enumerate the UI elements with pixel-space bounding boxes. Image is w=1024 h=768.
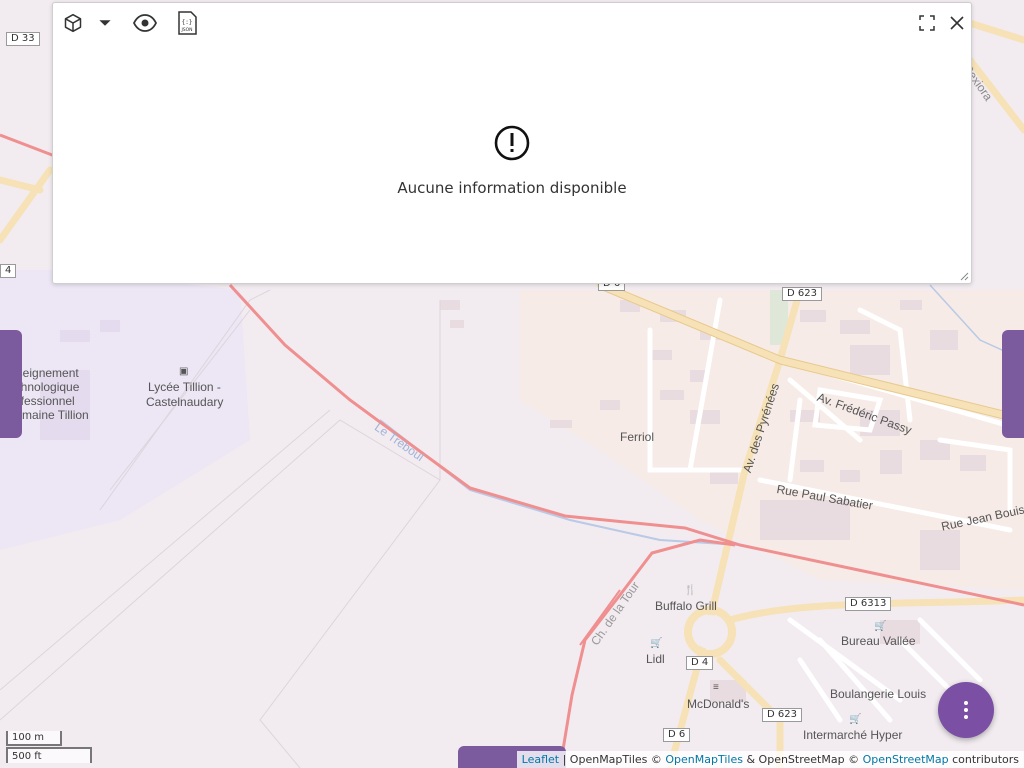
restaurant-icon: 🍴 [684,585,697,596]
road-shield: D 4 [686,656,714,670]
map-attribution: Leaflet | OpenMapTiles © OpenMapTiles & … [516,751,1024,768]
map-label-lycee-city: Castelnaudary [146,395,224,409]
map-label-boulangerie: Boulangerie Louis [830,687,927,701]
more-options-button[interactable] [938,682,994,738]
json-icon-label: JSON [180,27,192,33]
layers-dropdown-button[interactable] [93,11,117,35]
road-shield: D 623 [762,708,802,722]
shop-icon: 🛒 [849,714,862,725]
fullscreen-icon [919,15,935,31]
json-export-button[interactable]: {:} JSON [175,11,199,35]
map-label-bureau: Bureau Vallée [841,634,916,648]
more-vertical-icon [964,701,968,719]
json-file-icon: {:} JSON [178,11,197,35]
map-label-mcdonalds: McDonald's [687,697,750,711]
road-shield: D 6 [663,728,691,742]
cube-icon [64,13,82,33]
map-label-intermarche: Intermarché Hyper [803,728,903,742]
close-icon [950,16,964,30]
shop-icon: 🛒 [650,638,663,649]
chevron-down-icon [99,20,111,26]
close-button[interactable] [945,11,969,35]
fastfood-icon: ≡ [713,682,719,693]
right-side-panel-tab[interactable] [1002,330,1024,438]
road-shield: D 623 [782,287,822,301]
info-panel: {:} JSON Aucune information disponible [52,2,972,284]
map-label-buffalo: Buffalo Grill [655,599,717,613]
openmaptiles-link[interactable]: OpenMapTiles [665,753,743,766]
visibility-button[interactable] [133,11,157,35]
road-shield: D 33 [6,32,40,46]
road-shield: 4 [0,264,17,278]
fullscreen-button[interactable] [915,11,939,35]
layers-button[interactable] [61,11,85,35]
warning-icon [494,125,530,161]
scale-metric: 100 m [6,731,62,746]
map-label-ferriol: Ferriol [620,430,655,444]
leaflet-link[interactable]: Leaflet [522,753,559,766]
attribution-text: | OpenMapTiles © [559,753,666,766]
resize-handle-icon[interactable] [959,271,969,281]
map-label-lidl: Lidl [646,652,665,666]
road-shield: D 6313 [845,597,892,611]
attribution-text: contributors [948,753,1019,766]
scale-imperial: 500 ft [6,747,92,763]
left-side-panel-tab[interactable] [0,330,22,438]
eye-icon [133,14,157,32]
map-label-lycee: Lycée Tillion - [148,380,221,394]
openstreetmap-link[interactable]: OpenStreetMap [863,753,949,766]
no-info-message: Aucune information disponible [397,179,627,197]
svg-text:{:}: {:} [182,19,193,26]
school-bus-icon: ▣ [179,366,189,377]
shop-icon: 🛒 [874,621,887,632]
attribution-text: & OpenStreetMap © [742,753,863,766]
